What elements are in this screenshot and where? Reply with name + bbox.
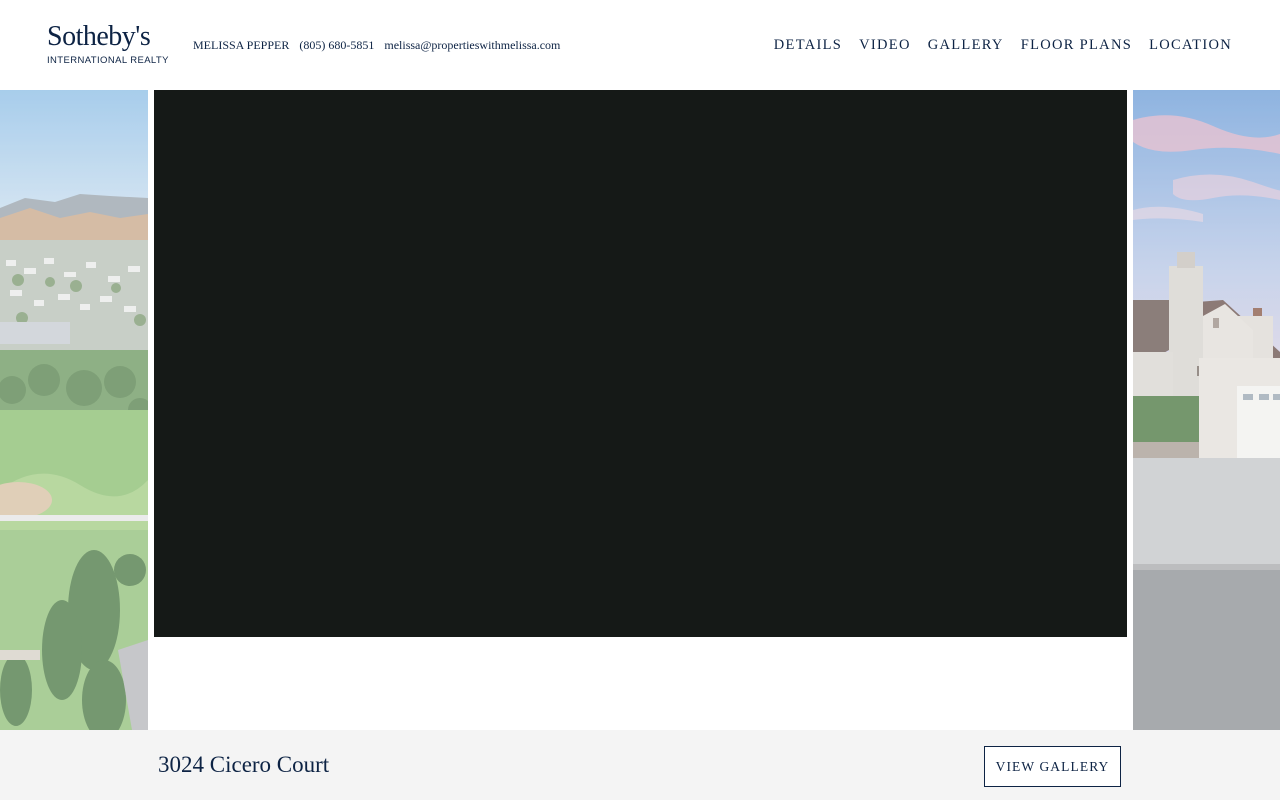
agent-name: MELISSA PEPPER	[193, 38, 290, 52]
hero-carousel	[0, 90, 1280, 730]
nav-gallery[interactable]: GALLERY	[928, 37, 1004, 53]
view-gallery-button[interactable]: VIEW GALLERY	[984, 746, 1121, 787]
property-address: 3024 Cicero Court	[158, 752, 330, 777]
logo-subtitle: INTERNATIONAL REALTY	[47, 55, 169, 66]
nav-details[interactable]: DETAILS	[774, 37, 842, 53]
listing-footer-bar: 3024 Cicero Court VIEW GALLERY	[0, 730, 1280, 800]
next-slide-photo[interactable]	[1133, 90, 1280, 730]
agent-email-link[interactable]: melissa@propertieswithmelissa.com	[384, 38, 560, 52]
main-nav: DETAILS VIDEO GALLERY FLOOR PLANS LOCATI…	[774, 37, 1232, 53]
nav-floor-plans[interactable]: FLOOR PLANS	[1021, 37, 1132, 53]
nav-location[interactable]: LOCATION	[1149, 37, 1232, 53]
logo-wordmark: Sotheby's	[47, 21, 151, 52]
agent-phone-link[interactable]: (805) 680-5851	[299, 38, 374, 52]
site-header: Sotheby's INTERNATIONAL REALTY MELISSA P…	[0, 0, 1280, 90]
aerial-neighborhood-photo	[0, 90, 148, 730]
previous-slide-photo[interactable]	[0, 90, 148, 730]
nav-video[interactable]: VIDEO	[859, 37, 911, 53]
house-exterior-photo	[1133, 90, 1280, 730]
agent-contact: MELISSA PEPPER (805) 680-5851 melissa@pr…	[193, 38, 560, 52]
sothebys-logo[interactable]: Sotheby's INTERNATIONAL REALTY	[47, 22, 172, 68]
property-page: Sotheby's INTERNATIONAL REALTY MELISSA P…	[0, 0, 1280, 800]
video-slide	[148, 90, 1133, 730]
property-video-player[interactable]	[154, 90, 1127, 637]
